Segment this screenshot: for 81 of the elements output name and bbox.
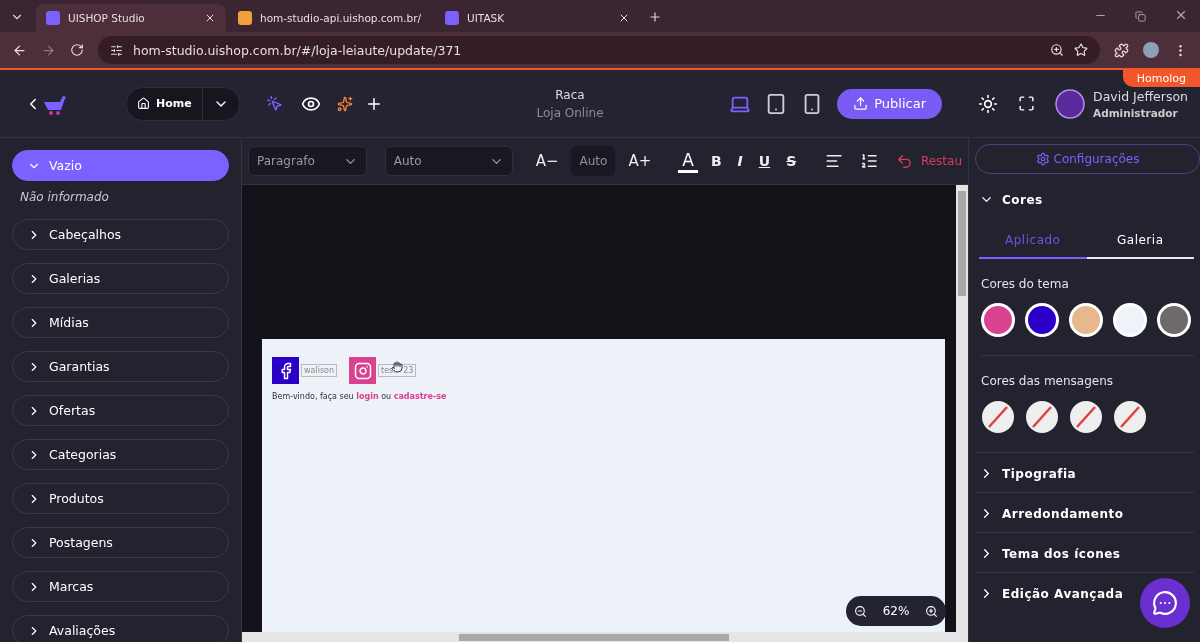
- theme-colors-label: Cores do tema: [981, 277, 1070, 291]
- sparkles-icon[interactable]: [336, 95, 353, 112]
- settings-section-header[interactable]: Tipografia: [975, 452, 1194, 493]
- bookmark-icon[interactable]: [1074, 43, 1088, 57]
- welcome-link[interactable]: login: [356, 392, 379, 401]
- gear-icon: [1035, 152, 1050, 166]
- section-item[interactable]: Vazio: [12, 150, 229, 181]
- font-select[interactable]: Auto: [384, 146, 513, 176]
- vertical-scrollbar[interactable]: [956, 185, 968, 632]
- new-tab-icon[interactable]: [648, 10, 662, 24]
- favicon-icon: [445, 11, 459, 25]
- settings-section-header[interactable]: Edição Avançada: [975, 573, 1194, 612]
- welcome-text: Bem-vindo, faça seu login ou cadastre-se: [272, 392, 448, 401]
- message-colors-label: Cores das mensagens: [981, 374, 1115, 388]
- text-color-button[interactable]: A: [678, 149, 698, 173]
- restore-button[interactable]: Restau: [895, 152, 962, 170]
- bold-button[interactable]: B: [707, 153, 725, 169]
- color-swatch[interactable]: [1157, 303, 1191, 337]
- favicon-icon: [238, 11, 252, 25]
- theme-icon[interactable]: [978, 93, 999, 114]
- profile-avatar[interactable]: [1143, 42, 1159, 58]
- decrease-size-button[interactable]: A−: [532, 152, 562, 170]
- browser-tab[interactable]: UISHOP Studio: [36, 4, 226, 32]
- welcome-link[interactable]: cadastre-se: [393, 392, 447, 401]
- zoom-icon[interactable]: [1050, 43, 1064, 57]
- site-settings-icon[interactable]: [110, 43, 123, 57]
- restore-icon[interactable]: [1135, 11, 1146, 22]
- social-username: tes 23: [378, 364, 417, 377]
- zoom-out-icon[interactable]: [853, 604, 867, 618]
- user-role: Administrador: [1093, 106, 1179, 119]
- horizontal-scrollbar[interactable]: [242, 632, 968, 642]
- back-icon[interactable]: [12, 42, 27, 58]
- camera-icon[interactable]: [349, 357, 377, 384]
- user-avatar[interactable]: [1055, 88, 1086, 119]
- upload-icon: [853, 96, 869, 111]
- user-name: David Jefferson: [1093, 88, 1188, 104]
- color-swatch[interactable]: [1113, 303, 1147, 337]
- settings-section-header[interactable]: Tema dos ícones: [975, 533, 1194, 573]
- size-field[interactable]: Auto: [571, 146, 616, 176]
- close-icon[interactable]: [204, 12, 216, 24]
- empty-color-swatch[interactable]: [1025, 400, 1059, 434]
- browser-tab[interactable]: UITASK: [435, 4, 640, 32]
- select-tool-icon[interactable]: [265, 95, 283, 112]
- house-icon: [137, 97, 150, 110]
- settings-section-header[interactable]: Arredondamento: [975, 493, 1194, 533]
- increase-size-button[interactable]: A+: [625, 152, 655, 170]
- chat-button[interactable]: [1140, 578, 1190, 628]
- italic-button[interactable]: I: [734, 153, 746, 169]
- close-icon[interactable]: [1174, 8, 1188, 22]
- colors-section-header[interactable]: Cores: [975, 174, 1194, 215]
- color-tab[interactable]: Galeria: [1086, 223, 1194, 259]
- store-name: Raca: [554, 87, 586, 102]
- zoom-in-icon[interactable]: [925, 604, 939, 618]
- zoom-level: 62%: [882, 604, 910, 618]
- facebook-icon[interactable]: [272, 357, 299, 384]
- fullscreen-icon[interactable]: [1018, 95, 1036, 112]
- browser-tab[interactable]: hom-studio-api.uishop.com.br/: [228, 4, 433, 32]
- strike-button[interactable]: S: [783, 153, 800, 169]
- forward-icon[interactable]: [41, 42, 56, 58]
- social-username: walison: [301, 364, 338, 377]
- empty-color-swatch[interactable]: [1113, 400, 1147, 434]
- empty-note: Não informado: [20, 190, 110, 204]
- undo-icon: [895, 152, 913, 170]
- pointer-cursor-icon: [391, 361, 404, 373]
- color-swatch[interactable]: [981, 303, 1015, 337]
- chat-icon: [1152, 590, 1178, 616]
- empty-color-swatch[interactable]: [1069, 400, 1103, 434]
- color-swatch[interactable]: [1069, 303, 1103, 337]
- underline-button[interactable]: U: [755, 153, 774, 169]
- environment-badge: Homolog: [1122, 70, 1200, 87]
- page-selector[interactable]: Home: [126, 86, 240, 121]
- publish-button[interactable]: Publicar: [837, 88, 943, 119]
- close-icon[interactable]: [618, 12, 630, 24]
- reload-icon[interactable]: [70, 43, 84, 57]
- store-type: Loja Online: [535, 105, 605, 120]
- favicon-icon: [46, 11, 60, 25]
- address-bar[interactable]: hom-studio.uishop.com.br/#/loja-leiaute/update/371: [98, 36, 1100, 64]
- extensions-icon[interactable]: [1114, 42, 1129, 58]
- block-type-select[interactable]: Paragrafo: [248, 146, 367, 176]
- color-swatch[interactable]: [1025, 303, 1059, 337]
- empty-color-swatch[interactable]: [981, 400, 1015, 434]
